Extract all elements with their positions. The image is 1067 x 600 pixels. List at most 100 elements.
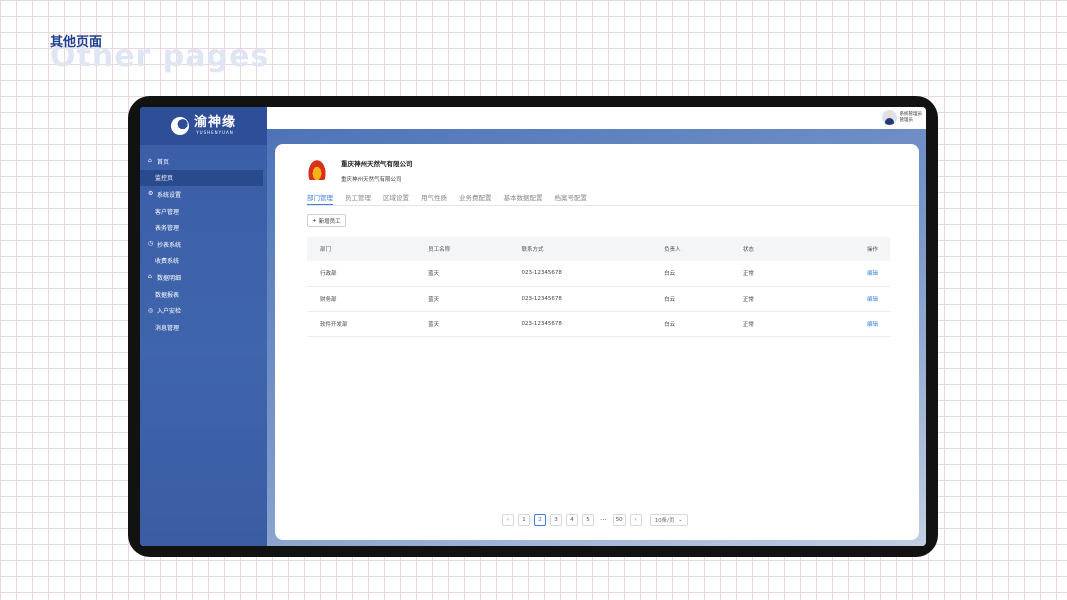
page-size-label: 10条/页 (654, 518, 675, 524)
table-body: 行政部 蓝天 023-12345678 白云 正常 编辑 财务部 蓝天 023-12345678… (307, 261, 890, 336)
table-row: 行政部 蓝天 023-12345678 白云 正常 编辑 (307, 261, 890, 286)
table-cell: 白云 (664, 271, 676, 278)
user-info: 系统管理员 管理员 (900, 112, 923, 124)
bank-icon: ⌂ (148, 273, 152, 281)
brand-logo[interactable]: 渝神缘 YUSHENYUAN (140, 107, 267, 145)
tab-item[interactable]: 员工管理 (345, 192, 371, 205)
company-subtitle: 重庆神州天然气有限公司 (341, 177, 402, 183)
column-header: 操作 (866, 247, 878, 253)
check-icon: ◎ (148, 306, 154, 314)
page-button[interactable]: 5 (582, 514, 594, 526)
sidebar-group-label: 抄表系统 (157, 241, 182, 249)
column-header: 负责人 (664, 247, 681, 253)
action-cell: 编辑 (794, 286, 890, 311)
page-button[interactable]: 2 (534, 514, 546, 526)
brand-name-cn: 渝神缘 (193, 115, 236, 130)
department-table: 部门 员工名称 联系方式 负责人 状态 操作 行政部 蓝天 023-12345678 白云 正常编… (307, 237, 890, 337)
next-page-button[interactable]: › (629, 514, 642, 526)
table-cell: 正常 (742, 321, 754, 328)
page-button[interactable]: 4 (566, 514, 578, 526)
brand-text: 渝神缘 YUSHENYUAN (194, 116, 236, 136)
table-cell: 蓝天 (428, 321, 440, 328)
pagination: ‹ 1 2 3 4 5 ··· 50 › 10条/页 ⌄ (502, 514, 688, 526)
sidebar-nav: ⌂ 首页 监控页 ⚙ 系统设置 客户管理 表务管理 ◷ 抄表系统 收费系统 ⌂ 数据明细 数据报表 ◎ 入户… (140, 145, 267, 336)
sidebar-group-label: 首页 (157, 158, 170, 166)
sidebar-group[interactable]: ⌂ 数据明细 (140, 269, 267, 286)
tab-item[interactable]: 区域设置 (383, 192, 409, 205)
user-name: 管理员 (899, 117, 914, 123)
page-button[interactable]: 50 (612, 514, 626, 526)
home-icon: ⌂ (148, 157, 152, 165)
sidebar-group[interactable]: ⌂ 首页 (140, 153, 267, 170)
add-employee-label: 新增员工 (318, 218, 341, 225)
tab-item[interactable]: 业务费配置 (459, 192, 492, 205)
table-cell: 行政部 (320, 271, 337, 278)
company-name: 重庆神州天然气有限公司 (341, 160, 413, 168)
table-cell: 蓝天 (428, 296, 440, 303)
tab-bar: 部门管理 员工管理 区域设置 用气性质 业务费配置 基本数据配置 档案号配置 (307, 192, 919, 206)
sidebar-group-label: 入户安检 (157, 308, 182, 316)
page-heading: 其他页面 (50, 35, 103, 50)
sidebar-item[interactable]: 数据报表 (140, 286, 267, 303)
table-cell: 023-12345678 (521, 295, 562, 302)
add-employee-button[interactable]: + 新增员工 (307, 214, 346, 227)
table-cell: 白云 (664, 296, 676, 303)
tablet-frame: 渝神缘 YUSHENYUAN ⌂ 首页 监控页 ⚙ 系统设置 客户管理 表务管理 ◷ 抄表系统收… (128, 96, 938, 557)
tab-item[interactable]: 部门管理 (307, 192, 333, 205)
main-area: 重庆神州天然气有限公司 重庆神州天然气有限公司 部门管理 员工管理 区域设置 用气性质… (267, 129, 926, 546)
chevron-down-icon: ⌄ (678, 517, 683, 523)
brand-name-en: YUSHENYUAN (196, 130, 234, 135)
sidebar-group[interactable]: ◷ 抄表系统 (140, 236, 267, 253)
settings-icon: ⚙ (148, 190, 154, 198)
sidebar-item[interactable]: 客户管理 (140, 203, 267, 220)
tab-item[interactable]: 基本数据配置 (504, 192, 543, 205)
table-cell: 023-12345678 (521, 270, 562, 277)
prev-page-button[interactable]: ‹ (502, 514, 514, 526)
column-header: 联系方式 (521, 247, 544, 253)
action-cell: 编辑 (794, 311, 890, 336)
sidebar-item[interactable]: 监控页 (140, 169, 263, 187)
table-cell: 蓝天 (428, 271, 440, 278)
sidebar-group-label: 数据明细 (157, 274, 182, 282)
sidebar: 渝神缘 YUSHENYUAN ⌂ 首页 监控页 ⚙ 系统设置 客户管理 表务管理 ◷ 抄表系统收… (140, 107, 267, 546)
table-row: 软件开发部 蓝天 023-12345678 白云 正常 编辑 (307, 311, 890, 336)
sidebar-item[interactable]: 收费系统 (140, 253, 267, 270)
user-menu[interactable]: 系统管理员 管理员 (881, 110, 923, 125)
table-cell: 财务部 (320, 296, 337, 303)
table-cell: 正常 (742, 271, 754, 278)
table-cell: 023-12345678 (521, 320, 562, 327)
app-screen: 渝神缘 YUSHENYUAN ⌂ 首页 监控页 ⚙ 系统设置 客户管理 表务管理 ◷ 抄表系统收… (140, 107, 926, 546)
sidebar-item[interactable]: 消息管理 (140, 319, 267, 336)
action-cell: 编辑 (794, 261, 890, 286)
tab-item[interactable]: 档案号配置 (555, 192, 588, 205)
page-button[interactable]: 1 (518, 514, 530, 526)
tab-item[interactable]: 用气性质 (421, 192, 447, 205)
sidebar-group[interactable]: ◎ 入户安检 (140, 302, 267, 319)
edit-link[interactable]: 编辑 (867, 297, 878, 303)
table-cell: 软件开发部 (320, 321, 348, 328)
meter-icon: ◷ (148, 240, 154, 248)
page-size-select[interactable]: 10条/页 ⌄ (649, 514, 688, 526)
sidebar-item[interactable]: 表务管理 (140, 219, 267, 236)
column-header: 员工名称 (428, 247, 451, 253)
sidebar-group-label: 系统设置 (157, 191, 182, 199)
plus-icon: + (312, 217, 317, 224)
edit-link[interactable]: 编辑 (867, 271, 878, 277)
table-row: 财务部 蓝天 023-12345678 白云 正常 编辑 (307, 286, 890, 311)
company-info: 重庆神州天然气有限公司 重庆神州天然气有限公司 (341, 156, 413, 183)
top-bar: 系统管理员 管理员 (267, 107, 926, 129)
brand-mark-icon (170, 117, 189, 135)
content-card: 重庆神州天然气有限公司 重庆神州天然气有限公司 部门管理 员工管理 区域设置 用气性质… (275, 144, 919, 540)
table-header-row: 部门 员工名称 联系方式 负责人 状态 操作 (307, 237, 890, 261)
table-cell: 正常 (742, 296, 754, 303)
company-flame-icon (307, 158, 327, 180)
table-cell: 白云 (664, 321, 676, 328)
page-button[interactable]: 3 (550, 514, 562, 526)
column-header: 部门 (320, 247, 332, 253)
column-header: 状态 (742, 247, 754, 253)
company-header: 重庆神州天然气有限公司 重庆神州天然气有限公司 (307, 156, 413, 183)
sidebar-group[interactable]: ⚙ 系统设置 (140, 186, 267, 203)
avatar[interactable] (881, 110, 897, 125)
ellipsis-icon[interactable]: ··· (598, 514, 609, 526)
edit-link[interactable]: 编辑 (867, 322, 878, 328)
